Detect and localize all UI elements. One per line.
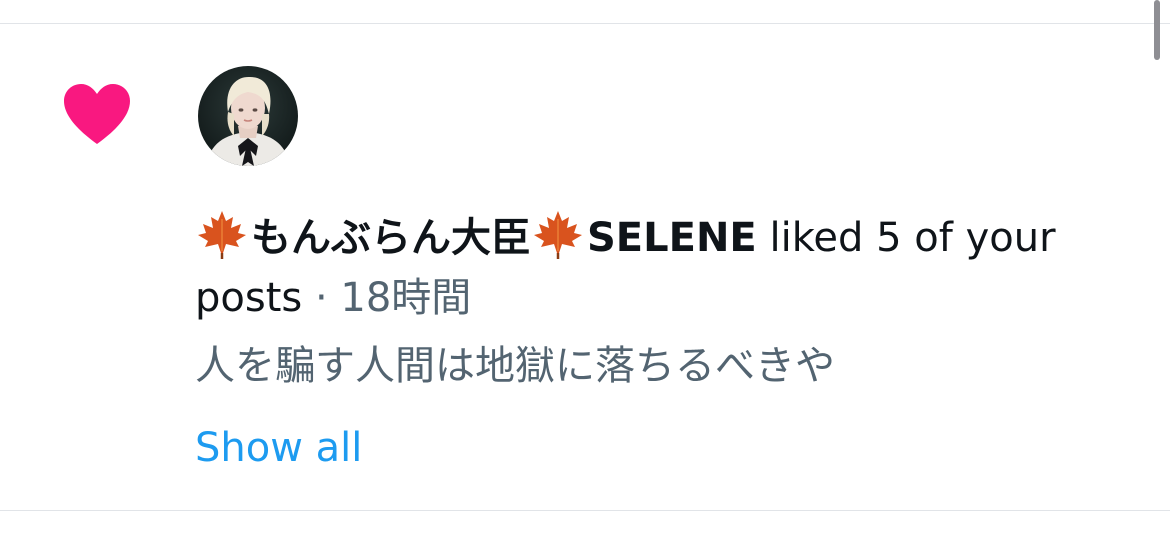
post-snippet[interactable]: 人を騙す人間は地獄に落ちるべきや xyxy=(195,338,835,394)
scrollbar-thumb[interactable] xyxy=(1154,0,1160,60)
bottom-divider xyxy=(0,510,1170,511)
show-all-link[interactable]: Show all xyxy=(195,420,362,476)
maple-leaf-icon xyxy=(531,207,585,261)
top-divider xyxy=(0,23,1170,24)
actor-name[interactable]: もんぶらん大臣 xyxy=(251,215,531,261)
heart-icon xyxy=(62,82,132,148)
timestamp: 18時間 xyxy=(340,275,472,321)
notification-text: もんぶらん大臣 SELENE liked 5 of your posts · 18… xyxy=(195,207,1075,328)
actor-handle-name[interactable]: SELENE xyxy=(587,215,757,261)
notification-screen: もんぶらん大臣 SELENE liked 5 of your posts · 18… xyxy=(0,0,1170,541)
separator: · xyxy=(302,275,341,321)
avatar[interactable] xyxy=(198,66,298,166)
maple-leaf-icon xyxy=(195,207,249,261)
